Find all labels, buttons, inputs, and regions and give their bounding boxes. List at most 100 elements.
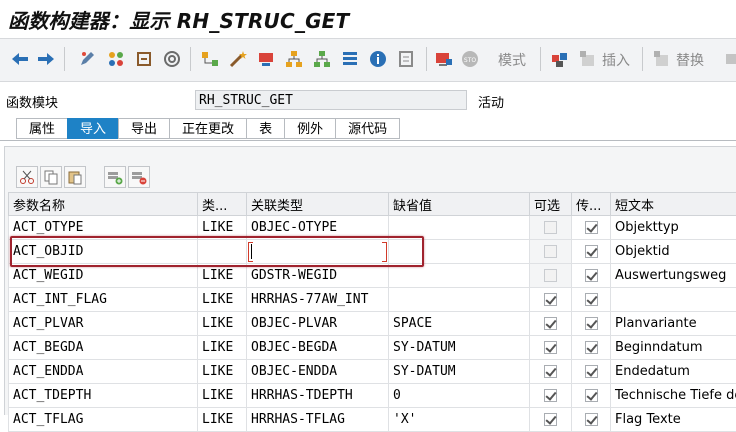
delete-row-icon[interactable] [128,166,150,188]
org-structure-icon[interactable] [312,49,332,69]
associated-type-cell[interactable]: OBJEC-PLVAR [247,312,389,336]
stop-icon[interactable]: STO [460,49,480,69]
insert-button[interactable]: 插入 [602,50,630,70]
header-short-text[interactable]: 短文本 [611,193,736,216]
tab-attributes[interactable]: 属性 [16,118,67,139]
help-icon[interactable] [396,49,416,69]
header-pass-value[interactable]: 传... [572,193,611,216]
typing-cell[interactable]: LIKE [198,264,247,288]
magic-wand-icon[interactable] [228,49,248,69]
pass-value-checkbox[interactable] [585,245,598,258]
short-text-cell[interactable]: Beginndatum [611,336,736,360]
parameter-name-cell[interactable]: ACT_PLVAR [9,312,198,336]
pass-value-checkbox[interactable] [585,269,598,282]
table-row[interactable]: ACT_TFLAGLIKEHRRHAS-TFLAG'X'Flag Texte [9,408,736,432]
insert-icon[interactable] [578,49,598,69]
typing-cell[interactable]: LIKE [198,384,247,408]
pass-value-checkbox[interactable] [585,341,598,354]
tab-exceptions[interactable]: 例外 [284,118,335,139]
associated-type-cell[interactable]: HRRHAS-77AW_INT [247,288,389,312]
optional-checkbox[interactable] [544,365,557,378]
associated-type-cell[interactable]: OBJEC-ENDDA [247,360,389,384]
parameter-name-cell[interactable]: ACT_OTYPE [9,216,198,240]
mode-button[interactable]: 模式 [498,50,526,70]
short-text-cell[interactable]: Objektid [611,240,736,264]
parameter-name-cell[interactable]: ACT_ENDDA [9,360,198,384]
short-text-cell[interactable]: Planvariante [611,312,736,336]
header-parameter-name[interactable]: 参数名称 [9,193,198,216]
table-row[interactable]: ACT_PLVARLIKEOBJEC-PLVARSPACEPlanvariant… [9,312,736,336]
typing-cell[interactable]: LIKE [198,288,247,312]
paste-icon[interactable] [64,166,86,188]
parameter-name-cell[interactable]: ACT_INT_FLAG [9,288,198,312]
screen-test-icon[interactable] [434,49,454,69]
default-value-cell[interactable]: SY-DATUM [389,360,530,384]
parameter-name-cell[interactable]: ACT_BEGDA [9,336,198,360]
object-list-icon[interactable] [200,49,220,69]
pass-value-checkbox[interactable] [585,389,598,402]
optional-checkbox[interactable] [544,317,557,330]
pass-value-checkbox[interactable] [585,317,598,330]
table-row[interactable]: ACT_OBJID Objektid [9,240,736,264]
tab-export[interactable]: 导出 [118,118,169,139]
optional-checkbox[interactable] [544,293,557,306]
typing-cell[interactable]: LIKE [198,216,247,240]
hierarchy-icon[interactable] [284,49,304,69]
pattern-icon[interactable] [550,49,570,69]
optional-checkbox[interactable] [544,389,557,402]
associated-type-cell[interactable]: HRRHAS-TDEPTH [247,384,389,408]
short-text-cell[interactable] [611,288,736,312]
activate-icon[interactable] [134,49,154,69]
display-object-icon[interactable] [256,49,276,69]
cut-icon[interactable] [16,166,38,188]
header-optional[interactable]: 可选 [530,193,572,216]
header-default-value[interactable]: 缺省值 [389,193,530,216]
short-text-cell[interactable]: Endedatum [611,360,736,384]
table-row[interactable]: ACT_ENDDALIKEOBJEC-ENDDASY-DATUMEndedatu… [9,360,736,384]
short-text-cell[interactable]: Technische Tiefe des [611,384,736,408]
parameter-name-cell[interactable]: ACT_WEGID [9,264,198,288]
associated-type-cell[interactable]: GDSTR-WEGID [247,264,389,288]
typing-cell[interactable]: LIKE [198,408,247,432]
arrow-right-icon[interactable] [36,49,56,69]
list-icon[interactable] [340,49,360,69]
parameter-name-cell[interactable]: ACT_TDEPTH [9,384,198,408]
short-text-cell[interactable]: Auswertungsweg [611,264,736,288]
optional-checkbox[interactable] [544,341,557,354]
function-module-field[interactable]: RH_STRUC_GET [195,90,467,110]
default-value-cell[interactable]: 0 [389,384,530,408]
arrow-left-icon[interactable] [10,49,30,69]
replace-button[interactable]: 替换 [676,50,704,70]
associated-type-cell[interactable] [247,240,389,264]
copy-icon[interactable] [40,166,62,188]
info-icon[interactable] [368,49,388,69]
associated-type-cell[interactable]: OBJEC-BEGDA [247,336,389,360]
edit-pencil-icon[interactable] [78,49,98,69]
replace-icon[interactable] [652,49,672,69]
tab-changing[interactable]: 正在更改 [169,118,246,139]
short-text-cell[interactable]: Flag Texte [611,408,736,432]
table-row[interactable]: ACT_OTYPELIKEOBJEC-OTYPE Objekttyp [9,216,736,240]
pass-value-checkbox[interactable] [585,221,598,234]
default-value-cell[interactable]: SPACE [389,312,530,336]
default-value-cell[interactable]: 'X' [389,408,530,432]
default-value-cell[interactable] [389,240,530,264]
typing-cell[interactable] [198,240,247,264]
header-typing[interactable]: 类... [198,193,247,216]
pass-value-checkbox[interactable] [585,413,598,426]
check-objects-icon[interactable] [106,49,126,69]
table-row[interactable]: ACT_INT_FLAGLIKEHRRHAS-77AW_INT [9,288,736,312]
tab-tables[interactable]: 表 [246,118,284,139]
default-value-cell[interactable] [389,216,530,240]
parameter-name-cell[interactable]: ACT_TFLAG [9,408,198,432]
parameter-name-cell[interactable]: ACT_OBJID [9,240,198,264]
table-row[interactable]: ACT_WEGIDLIKEGDSTR-WEGID Auswertungsweg [9,264,736,288]
tab-import[interactable]: 导入 [67,118,118,139]
tab-source-code[interactable]: 源代码 [335,118,400,139]
optional-checkbox[interactable] [544,413,557,426]
pass-value-checkbox[interactable] [585,365,598,378]
associated-type-cell[interactable]: OBJEC-OTYPE [247,216,389,240]
short-text-cell[interactable]: Objekttyp [611,216,736,240]
default-value-cell[interactable] [389,264,530,288]
default-value-cell[interactable] [389,288,530,312]
